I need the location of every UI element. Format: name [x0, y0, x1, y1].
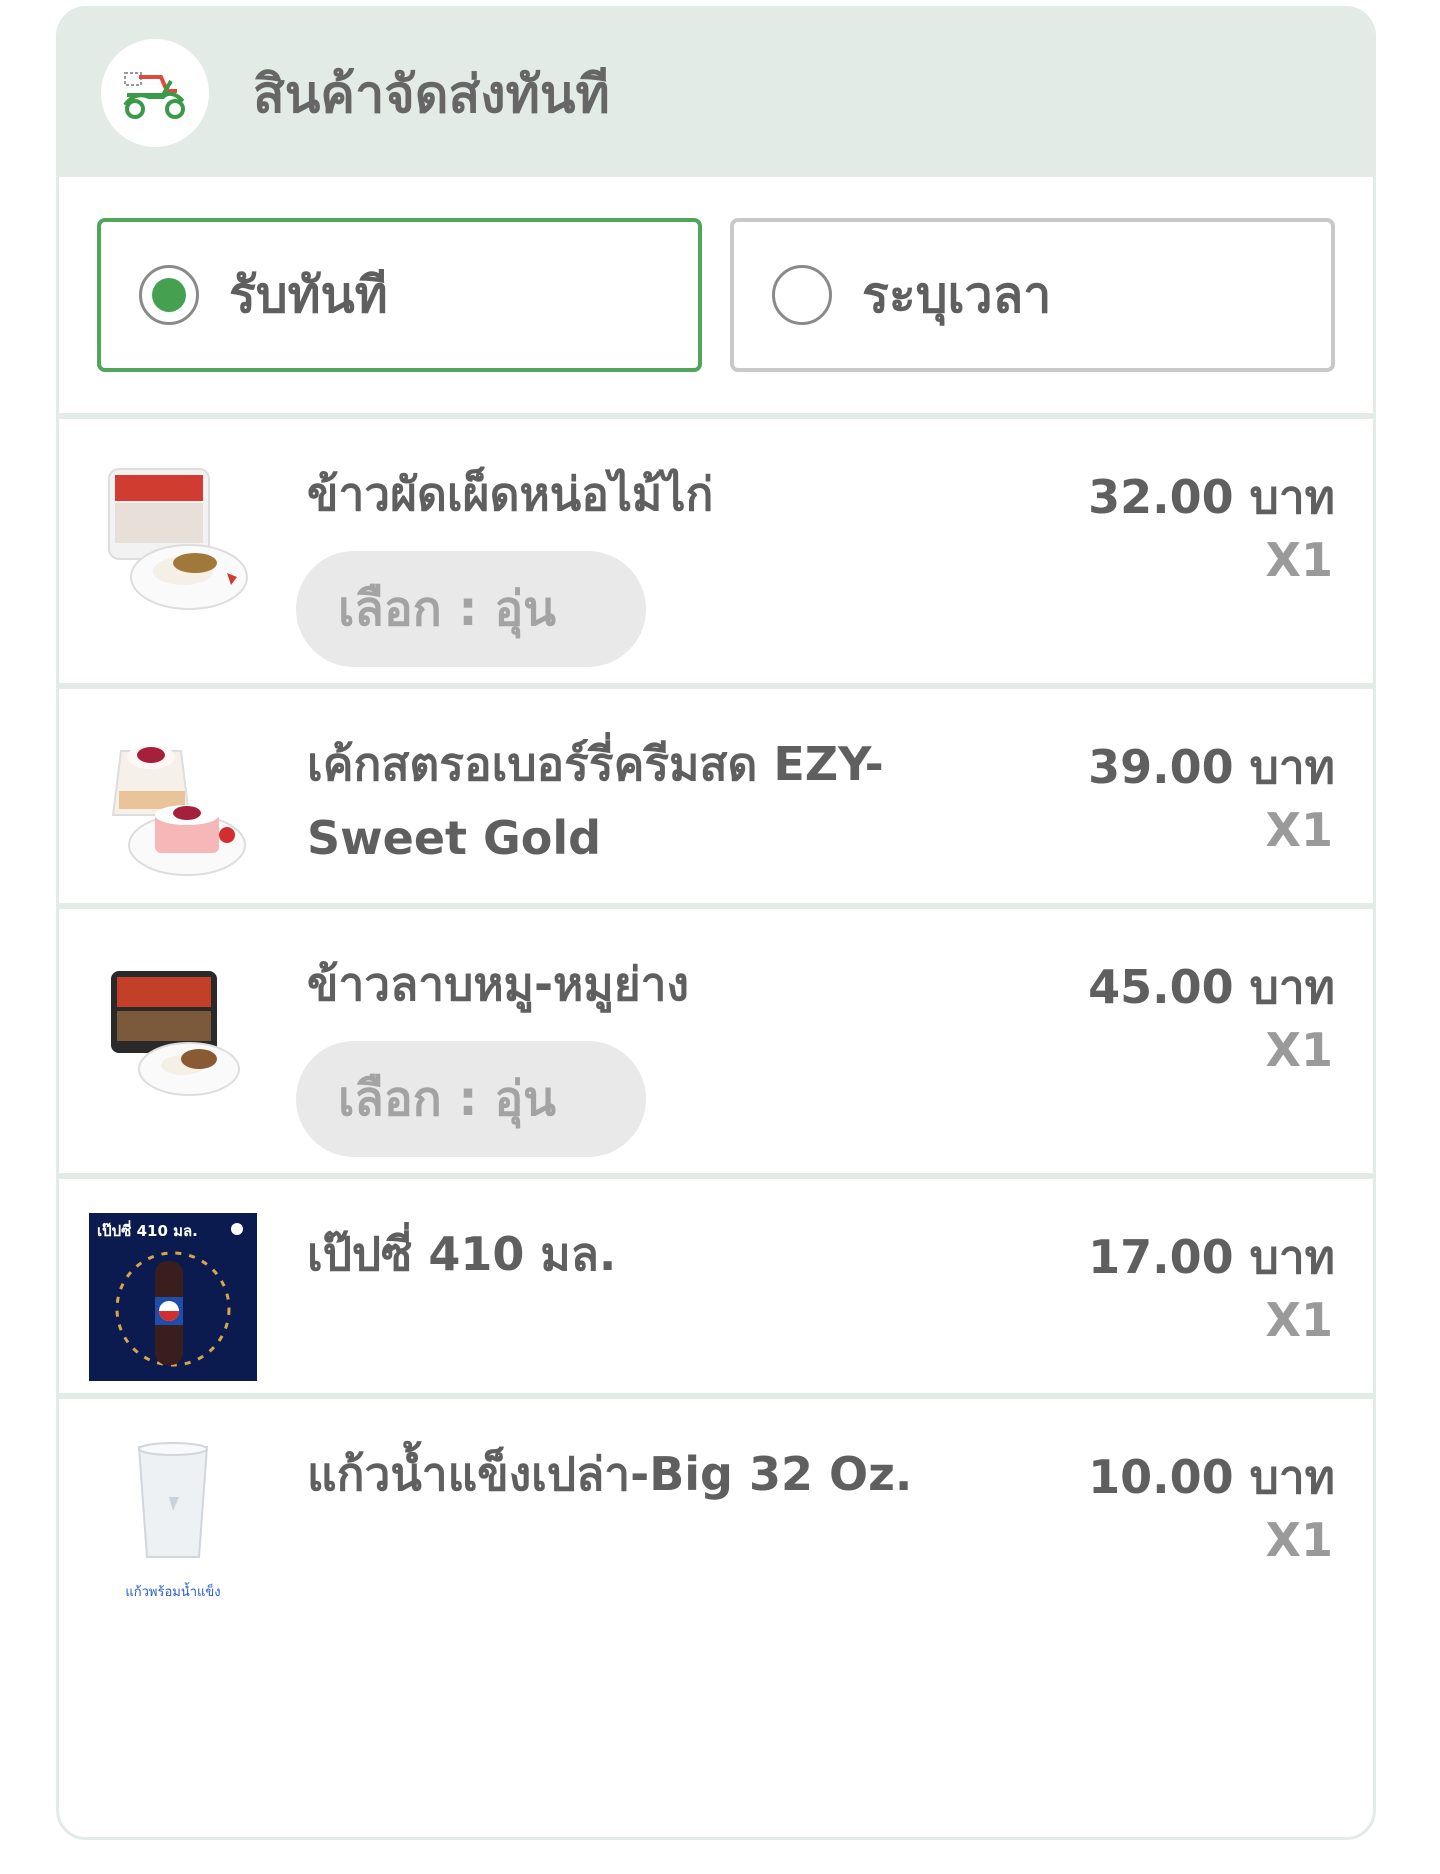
- item-name: เป๊ปซี่ 410 มล.: [307, 1227, 617, 1281]
- item-price: 32.00 บาท: [1088, 470, 1335, 524]
- larb-rice-image: [97, 951, 253, 1107]
- pepsi-image: เป๊ปซี่ 410 มล.: [89, 1213, 257, 1381]
- option-now[interactable]: รับทันที: [97, 218, 702, 372]
- item-price: 10.00 บาท: [1088, 1450, 1335, 1504]
- rice-meal-image: [97, 461, 253, 617]
- item-qty: X1: [1265, 1293, 1333, 1347]
- delivery-options: รับทันที ระบุเวลา: [59, 177, 1373, 419]
- list-item[interactable]: แก้วพร้อมน้ำแข็ง แก้วน้ำแข็งเปล่า-Big 32…: [59, 1399, 1373, 1619]
- item-qty: X1: [1265, 533, 1333, 587]
- list-item[interactable]: ข้าวลาบหมู-หมูย่าง 45.00 บาท X1 เลือก : …: [59, 909, 1373, 1179]
- ice-cup-image: แก้วพร้อมน้ำแข็ง: [89, 1437, 257, 1605]
- item-option-chip[interactable]: เลือก : อุ่น: [296, 551, 646, 667]
- card-header: สินค้าจัดส่งทันที: [59, 9, 1373, 177]
- radio-checked-icon[interactable]: [139, 265, 199, 325]
- page-title: สินค้าจัดส่งทันที: [253, 64, 610, 125]
- option-schedule[interactable]: ระบุเวลา: [730, 218, 1335, 372]
- item-qty: X1: [1265, 1513, 1333, 1567]
- radio-unchecked-icon[interactable]: [772, 265, 832, 325]
- ice-cup-caption: แก้วพร้อมน้ำแข็ง: [125, 1585, 221, 1600]
- item-name: ข้าวลาบหมู-หมูย่าง: [307, 957, 689, 1011]
- list-item[interactable]: เค้กสตรอเบอร์รี่ครีมสด EZY-Sweet Gold 39…: [59, 689, 1373, 909]
- item-qty: X1: [1265, 803, 1333, 857]
- item-name: เค้กสตรอเบอร์รี่ครีมสด EZY-Sweet Gold: [307, 737, 884, 865]
- scooter-icon: [101, 39, 209, 147]
- strawberry-cake-image: [97, 731, 253, 887]
- item-price: 17.00 บาท: [1088, 1230, 1335, 1284]
- list-item[interactable]: เป๊ปซี่ 410 มล. เป๊ปซี่ 410 มล. 17.00 บา…: [59, 1179, 1373, 1399]
- item-qty: X1: [1265, 1023, 1333, 1077]
- item-name: ข้าวผัดเผ็ดหน่อไม้ไก่: [307, 467, 714, 521]
- option-schedule-label: ระบุเวลา: [862, 265, 1052, 324]
- item-name: แก้วน้ำแข็งเปล่า-Big 32 Oz.: [307, 1447, 913, 1501]
- list-item[interactable]: ข้าวผัดเผ็ดหน่อไม้ไก่ 32.00 บาท X1 เลือก…: [59, 419, 1373, 689]
- option-now-label: รับทันที: [229, 265, 388, 324]
- item-price: 45.00 บาท: [1088, 960, 1335, 1014]
- delivery-card: สินค้าจัดส่งทันที รับทันที ระบุเวลา ข้าว…: [56, 6, 1376, 1840]
- item-option-chip[interactable]: เลือก : อุ่น: [296, 1041, 646, 1157]
- item-price: 39.00 บาท: [1088, 740, 1335, 794]
